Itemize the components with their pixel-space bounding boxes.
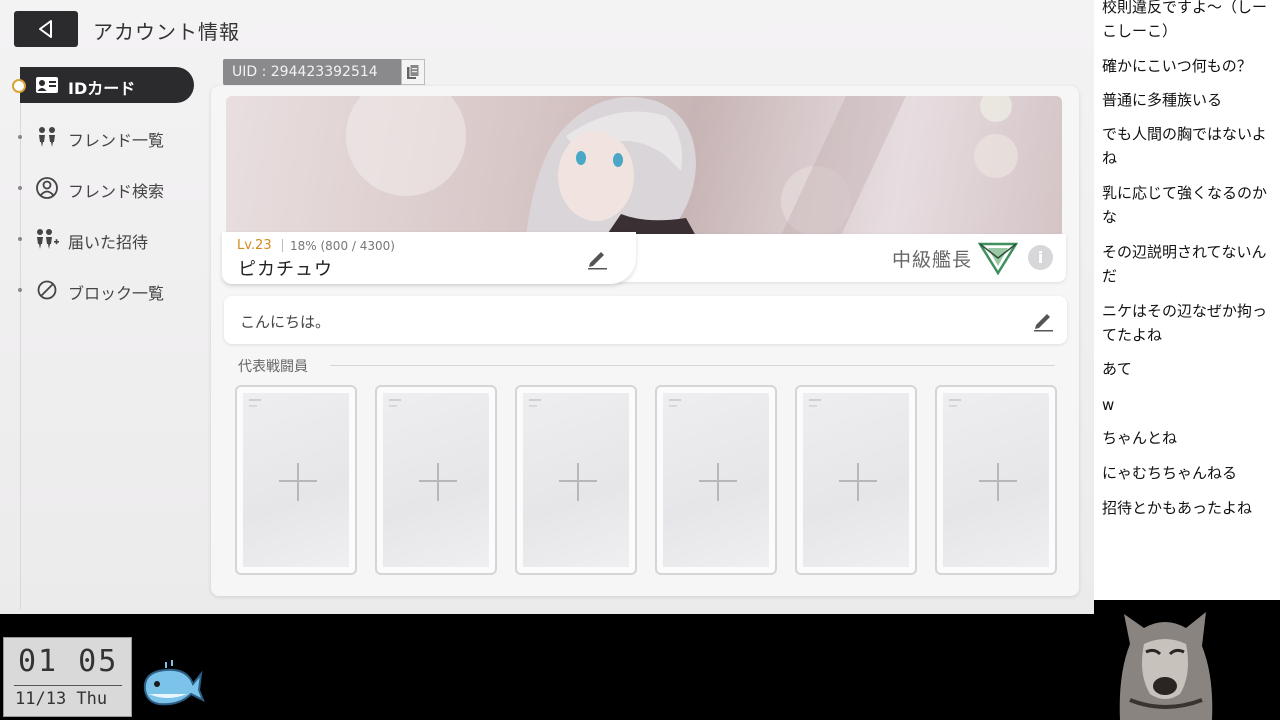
webcam-dog-image: [1110, 604, 1220, 720]
add-icon: [997, 463, 999, 501]
sidebar-item-received-invites[interactable]: 届いた招待: [18, 221, 194, 257]
greeting-box: [224, 296, 1067, 344]
sidebar-item-block-list[interactable]: ブロック一覧: [18, 272, 194, 308]
sidebar-item-label: ブロック一覧: [68, 284, 165, 303]
slot-mark: [949, 405, 957, 407]
back-button[interactable]: [14, 11, 78, 47]
uid-badge: UID : 294423392514: [223, 59, 403, 85]
chat-message: ちゃんとね: [1102, 429, 1178, 447]
chat-message: w: [1102, 396, 1115, 414]
slot-mark: [669, 405, 677, 407]
chat-message: 乳に応じて強くなるのかな: [1102, 184, 1268, 226]
bullet-icon: [18, 237, 22, 241]
slot-mark: [389, 405, 397, 407]
edit-name-button[interactable]: [585, 246, 609, 270]
representatives-title: 代表戦闘員: [238, 359, 308, 375]
representative-slot[interactable]: [235, 385, 357, 575]
slot-mark: [669, 399, 681, 401]
bullet-icon: [18, 288, 22, 292]
representative-slot[interactable]: [935, 385, 1057, 575]
representative-slot[interactable]: [655, 385, 777, 575]
copy-icon: [407, 64, 420, 79]
profile-banner-image: [226, 96, 1062, 236]
chat-message: でも人間の胸ではないよね: [1102, 125, 1267, 167]
edit-greeting-button[interactable]: [1031, 308, 1055, 332]
block-icon: [35, 279, 59, 301]
copy-uid-button[interactable]: [401, 59, 425, 85]
sidebar-item-friend-list[interactable]: フレンド一覧: [18, 119, 194, 155]
representative-slot[interactable]: [515, 385, 637, 575]
experience-progress: 18% (800 / 4300): [290, 239, 395, 253]
commander-rank: 中級艦長: [892, 249, 973, 271]
player-level: Lv.23: [237, 238, 272, 253]
friend-search-icon: [35, 177, 59, 199]
chat-message: その辺説明されてないんだ: [1102, 243, 1267, 285]
representative-slot[interactable]: [375, 385, 497, 575]
bullet-icon: [18, 135, 22, 139]
clock-time: 01 05: [18, 644, 119, 679]
add-icon: [717, 463, 719, 501]
slot-mark: [949, 399, 961, 401]
pencil-icon: [1034, 314, 1053, 332]
chat-message: 校則違反ですよ～（しーこしーこ）: [1102, 0, 1268, 40]
clock-divider: [14, 685, 122, 686]
player-name: ピカチュウ: [238, 259, 333, 280]
rank-info-button[interactable]: i: [1028, 245, 1053, 270]
add-icon: [437, 463, 439, 501]
pencil-icon: [588, 252, 607, 270]
sidebar-item-label: フレンド検索: [68, 182, 165, 201]
chat-message: 確かにこいつ何もの？: [1102, 57, 1252, 75]
sidebar-item-label: 届いた招待: [68, 233, 149, 252]
add-icon: [857, 463, 859, 501]
rank-emblem-icon: [977, 240, 1019, 276]
chat-message: 普通に多種族いる: [1102, 91, 1223, 109]
add-icon: [577, 463, 579, 501]
slot-mark: [529, 399, 541, 401]
friends-icon: [35, 126, 59, 148]
clock-date: 11/13 Thu: [15, 689, 108, 709]
chat-message: ニケはその辺なぜか拘ってたよね: [1102, 302, 1268, 344]
slot-mark: [389, 399, 401, 401]
greeting-message: こんにちは。: [240, 313, 331, 331]
sidebar-item-friend-search[interactable]: フレンド検索: [18, 170, 194, 206]
back-arrow-icon: [39, 20, 52, 38]
slot-mark: [809, 405, 817, 407]
section-divider: [330, 365, 1055, 366]
sidebar-item-label: フレンド一覧: [68, 131, 165, 150]
sidebar-item-id-card[interactable]: IDカード: [20, 67, 194, 103]
slot-mark: [249, 399, 261, 401]
slot-mark: [249, 405, 257, 407]
active-indicator-icon: [12, 79, 26, 93]
chat-message: にゃむちちゃんねる: [1102, 464, 1238, 482]
representative-slot[interactable]: [795, 385, 917, 575]
add-icon: [297, 463, 299, 501]
chat-message: 招待とかもあったよね: [1102, 499, 1253, 517]
slot-mark: [809, 399, 821, 401]
invite-icon: [35, 228, 59, 250]
sidebar-item-label: IDカード: [68, 79, 136, 98]
chat-message: あて: [1102, 360, 1132, 378]
level-divider: [282, 239, 283, 252]
game-window: アカウント情報 IDカード フレンド一覧 フレンド検索 届いた招待 ブロック一覧…: [0, 0, 1094, 614]
stream-frame: アカウント情報 IDカード フレンド一覧 フレンド検索 届いた招待 ブロック一覧…: [0, 0, 1280, 720]
slot-mark: [529, 405, 537, 407]
page-title: アカウント情報: [93, 20, 240, 44]
whale-mascot-icon: [139, 660, 205, 708]
bullet-icon: [18, 186, 22, 190]
id-card-icon: [35, 74, 59, 96]
